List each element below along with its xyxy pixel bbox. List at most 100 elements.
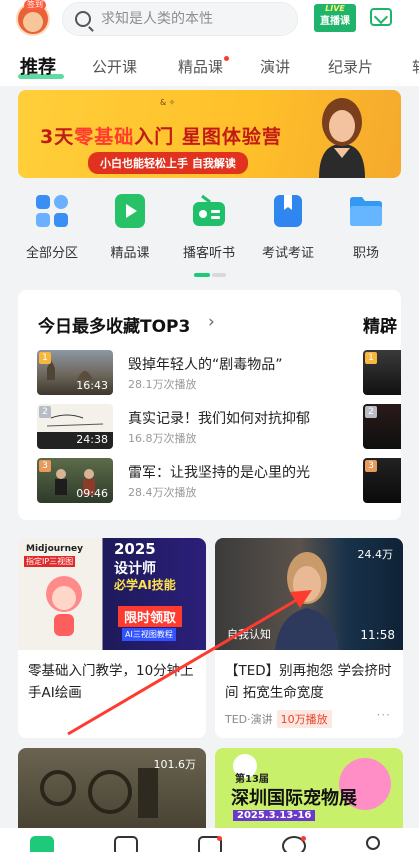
thumb-text: 第13届 — [235, 774, 269, 785]
grid-label: 播客听书 — [182, 246, 235, 261]
user-avatar[interactable]: 签到 — [16, 0, 50, 36]
profile-icon[interactable] — [366, 836, 380, 850]
tab-premium-course[interactable]: 精品课 — [178, 56, 223, 77]
thumb-text: 深圳国际宠物展 — [231, 788, 357, 809]
thumb-text: 指定IP三视图 — [24, 556, 76, 567]
grid-item-all-categories[interactable]: 全部分区 — [16, 192, 88, 261]
bottom-navigation — [0, 828, 419, 852]
top3-card: 今日最多收藏TOP3 › 精辟 1 16:43 毁掉年轻人的“剧毒物品” 28.… — [18, 290, 401, 520]
grid-label: 职场 — [352, 246, 379, 261]
view-count: 24.4万 — [357, 548, 394, 561]
top3-item[interactable]: 2 24:38 真实记录！我们如何对抗抑郁 16.8万次播放 — [37, 404, 337, 450]
rank-badge: 1 — [365, 352, 377, 364]
video-title: 零基础入门教学，10分钟上手AI绘画 — [28, 663, 194, 701]
banner-logo: & ✧ — [160, 98, 176, 107]
category-tabs: 推荐 公开课 精品课 演讲 纪录片 软 — [0, 42, 419, 86]
search-input[interactable] — [101, 11, 281, 27]
top-header: 签到 LIVE 直播课 — [0, 0, 419, 42]
tab-notification-dot — [224, 56, 229, 61]
view-count: 101.6万 — [153, 758, 197, 771]
top3-item-title: 雷军：让我坚持的是心里的光 — [128, 465, 310, 481]
thumb-figure — [46, 576, 82, 636]
chevron-right-icon[interactable]: › — [208, 312, 215, 332]
promo-banner[interactable]: & ✧ 3天零基础入门 星图体验营 小白也能轻松上手 自我解读 — [18, 90, 401, 178]
top3-item-stats: 28.4万次播放 — [128, 486, 197, 499]
tab-recommend[interactable]: 推荐 — [20, 53, 56, 79]
rank-badge: 3 — [39, 460, 51, 472]
top3-item[interactable]: 3 09:46 雷军：让我坚持的是心里的光 28.4万次播放 — [37, 458, 337, 504]
nav-notification-dot — [217, 836, 222, 841]
side-video-thumbnail[interactable]: 1 — [363, 350, 401, 395]
banner-person-image — [319, 98, 365, 178]
video-duration: 09:46 — [76, 487, 108, 500]
rank-badge: 2 — [39, 406, 51, 418]
banner-headline-part: 3天 — [40, 126, 75, 148]
video-thumbnail: 第13届 深圳国际宠物展 2025.3.13-16 — [215, 748, 403, 838]
video-duration: 16:43 — [76, 379, 108, 392]
grid-label: 精品课 — [110, 246, 150, 261]
video-thumbnail: 101.6万 — [18, 748, 206, 838]
grid-item-premium-course[interactable]: 精品课 — [94, 192, 166, 261]
thumb-text: 2025 — [114, 540, 156, 558]
play-count-tag: 10万播放 — [276, 710, 332, 728]
thumb-text: 限时领取 — [118, 606, 183, 627]
top3-item-stats: 16.8万次播放 — [128, 432, 197, 445]
checkin-badge[interactable]: 签到 — [24, 0, 46, 10]
play-icon — [111, 192, 149, 230]
rank-badge: 3 — [365, 460, 377, 472]
video-meta: TED·演讲 10万播放 — [225, 710, 332, 728]
video-card[interactable]: Midjourney 指定IP三视图 2025 设计师 必学AI技能 限时领取 … — [18, 538, 206, 738]
side-video-thumbnail[interactable]: 3 — [363, 458, 401, 503]
video-thumbnail: 2 24:38 — [37, 404, 113, 449]
grid-label: 考试考证 — [261, 246, 314, 261]
tab-more[interactable]: 软 — [412, 56, 419, 77]
banner-headline-highlight: 零基础 — [74, 126, 135, 148]
top3-title[interactable]: 今日最多收藏TOP3 — [38, 312, 190, 337]
thumb-text: 必学AI技能 — [114, 578, 176, 592]
home-icon[interactable] — [30, 836, 54, 852]
top3-item[interactable]: 1 16:43 毁掉年轻人的“剧毒物品” 28.1万次播放 — [37, 350, 337, 396]
thumb-text: 设计师 — [114, 561, 156, 577]
grid-label: 全部分区 — [25, 246, 78, 261]
message-icon[interactable] — [370, 8, 392, 26]
rank-badge: 2 — [365, 406, 377, 418]
search-icon — [75, 11, 91, 27]
thumb-text: 2025.3.13-16 — [233, 810, 316, 821]
video-thumbnail: 3 09:46 — [37, 458, 113, 503]
top3-item-title: 毁掉年轻人的“剧毒物品” — [128, 357, 283, 373]
banner-subtitle-pill: 小白也能轻松上手 自我解读 — [88, 152, 248, 174]
tab-open-course[interactable]: 公开课 — [92, 56, 137, 77]
thumb-corner-text: 自我认知 — [227, 628, 271, 641]
video-card[interactable]: 101.6万 — [18, 748, 206, 838]
radio-icon — [190, 192, 228, 230]
bookmark-icon — [269, 192, 307, 230]
tab-documentary[interactable]: 纪录片 — [328, 56, 373, 77]
top3-item-title: 真实记录！我们如何对抗抑郁 — [128, 411, 310, 427]
live-tag: LIVE — [325, 4, 345, 13]
course-icon[interactable] — [114, 836, 138, 852]
nav-notification-dot — [301, 836, 306, 841]
video-title: 【TED】别再抱怨 学会挤时间 拓宽生命宽度 — [225, 663, 392, 701]
side-list-title[interactable]: 精辟 — [363, 312, 397, 337]
more-options-icon[interactable]: ··· — [377, 708, 391, 722]
video-card[interactable]: 24.4万 自我认知 11:58 【TED】别再抱怨 学会挤时间 拓宽生命宽度 … — [215, 538, 403, 738]
side-video-thumbnail[interactable]: 2 — [363, 404, 401, 449]
banner-headline-part: 入门 星图体验营 — [134, 126, 282, 148]
video-duration: 24:38 — [76, 433, 108, 446]
banner-headline: 3天零基础入门 星图体验营 — [40, 122, 282, 149]
grid-item-podcast[interactable]: 播客听书 — [173, 192, 245, 261]
tab-speech[interactable]: 演讲 — [260, 56, 290, 77]
video-thumbnail: 24.4万 自我认知 11:58 — [215, 538, 403, 650]
thumb-text: AI三视图教程 — [122, 628, 176, 641]
search-bar[interactable] — [62, 2, 298, 36]
grid-page-indicator — [212, 273, 226, 277]
grid-page-indicator-active — [194, 273, 210, 277]
video-card[interactable]: 第13届 深圳国际宠物展 2025.3.13-16 — [215, 748, 403, 838]
live-course-button[interactable]: LIVE 直播课 — [314, 4, 356, 32]
grid-item-exams[interactable]: 考试考证 — [252, 192, 324, 261]
video-source: TED·演讲 — [225, 713, 273, 726]
grid-item-career[interactable]: 职场 — [330, 192, 402, 261]
video-thumbnail: Midjourney 指定IP三视图 2025 设计师 必学AI技能 限时领取 … — [18, 538, 206, 650]
grid-icon — [33, 192, 71, 230]
folder-icon — [347, 192, 385, 230]
